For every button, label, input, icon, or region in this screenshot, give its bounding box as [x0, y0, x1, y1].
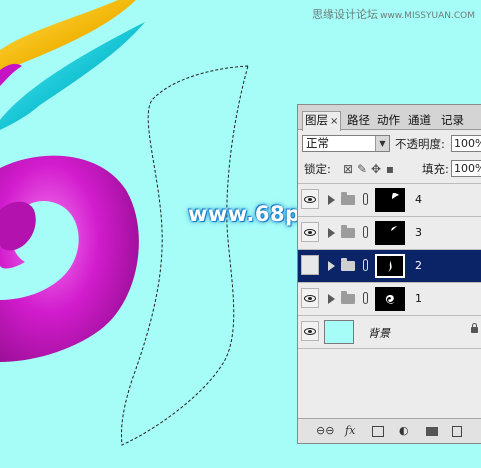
layer-row-1[interactable]: 1: [298, 282, 481, 315]
link-layers-icon[interactable]: ⊖⊖: [316, 424, 334, 438]
chevron-down-icon: ▼: [375, 136, 389, 151]
expand-arrow-icon[interactable]: [328, 261, 335, 271]
folder-icon: [341, 225, 355, 238]
tab-paths[interactable]: 路径: [347, 113, 370, 127]
adjustment-layer-icon[interactable]: ◐: [399, 424, 409, 438]
layers-bottom-toolbar: ⊖⊖ fx ◐: [298, 418, 481, 443]
new-group-icon[interactable]: [426, 427, 438, 436]
site-title: 思缘设计论坛: [312, 8, 379, 21]
selection-outline: [121, 65, 249, 446]
lock-all-icon[interactable]: ▪: [384, 162, 398, 176]
add-mask-icon[interactable]: [372, 426, 384, 437]
tab-history[interactable]: 记录: [441, 113, 464, 127]
lock-icons: ⊠ ✎ ✥ ▪: [342, 162, 398, 176]
link-icon: [363, 292, 368, 304]
eye-icon: [304, 229, 316, 236]
fill-field[interactable]: 100%: [451, 160, 481, 177]
layer-name: 背景: [368, 327, 390, 340]
magenta-swirl-shape: [0, 155, 139, 362]
link-icon: [363, 226, 368, 238]
blend-row: 正常 ▼ 不透明度: 100%: [298, 131, 481, 155]
lock-icon: [471, 323, 478, 333]
gold-leaf-shape: [0, 0, 136, 72]
layer-row-4[interactable]: 4: [298, 183, 481, 216]
layers-list: 4 3 2 1 背景: [298, 183, 481, 349]
eye-icon: [304, 196, 316, 203]
layer-mask-thumbnail[interactable]: [375, 287, 405, 311]
folder-icon: [341, 291, 355, 304]
lock-transparent-icon[interactable]: ⊠: [342, 162, 356, 176]
tab-channels[interactable]: 通道: [408, 113, 431, 127]
eye-icon: [304, 328, 316, 335]
lock-label: 锁定:: [304, 162, 331, 176]
layer-name: 4: [415, 193, 422, 206]
visibility-toggle[interactable]: [301, 189, 319, 209]
fx-icon[interactable]: fx: [345, 424, 355, 438]
layer-thumbnail[interactable]: [324, 320, 354, 344]
lock-move-icon[interactable]: ✥: [370, 162, 384, 176]
layer-row-3[interactable]: 3: [298, 216, 481, 249]
blend-mode-select[interactable]: 正常 ▼: [302, 135, 390, 152]
layer-mask-thumbnail[interactable]: [375, 188, 405, 212]
layer-name: 1: [415, 292, 422, 305]
link-icon: [363, 193, 368, 205]
blend-mode-value: 正常: [306, 136, 329, 150]
link-icon: [363, 259, 368, 271]
opacity-label: 不透明度:: [395, 137, 445, 151]
opacity-field[interactable]: 100%: [451, 135, 481, 152]
layer-row-background[interactable]: 背景: [298, 315, 481, 349]
layer-name: 3: [415, 226, 422, 239]
lock-paint-icon[interactable]: ✎: [356, 162, 370, 176]
folder-icon: [341, 258, 355, 271]
layers-panel: 图层× 路径 动作 通道 记录 正常 ▼ 不透明度: 100% 锁定: ⊠✎✥▪…: [297, 104, 481, 444]
layer-row-2[interactable]: 2: [298, 249, 481, 282]
visibility-toggle[interactable]: [301, 222, 319, 242]
layer-name: 2: [415, 259, 422, 272]
new-layer-icon[interactable]: [452, 426, 462, 437]
visibility-toggle[interactable]: [301, 321, 319, 341]
expand-arrow-icon[interactable]: [328, 294, 335, 304]
expand-arrow-icon[interactable]: [328, 195, 335, 205]
eye-icon: [304, 295, 316, 302]
fill-label: 填充:: [422, 162, 449, 176]
tab-actions[interactable]: 动作: [377, 113, 400, 127]
expand-arrow-icon[interactable]: [328, 228, 335, 238]
visibility-toggle[interactable]: [301, 288, 319, 308]
site-url: www.MISSYUAN.COM: [380, 11, 475, 21]
site-header: 思缘设计论坛 www.MISSYUAN.COM: [312, 6, 475, 22]
magenta-inner-shape: [0, 201, 36, 251]
folder-icon: [341, 192, 355, 205]
tab-layers[interactable]: 图层 ×: [302, 111, 342, 131]
visibility-toggle[interactable]: [301, 255, 319, 275]
layer-mask-thumbnail[interactable]: [375, 254, 405, 278]
panel-tabs: 图层 × 路径 动作 通道 记录: [298, 105, 481, 131]
layer-mask-thumbnail[interactable]: [375, 221, 405, 245]
lock-row: 锁定: ⊠✎✥▪ 填充: 100%: [298, 157, 481, 181]
close-icon[interactable]: ×: [330, 116, 338, 127]
